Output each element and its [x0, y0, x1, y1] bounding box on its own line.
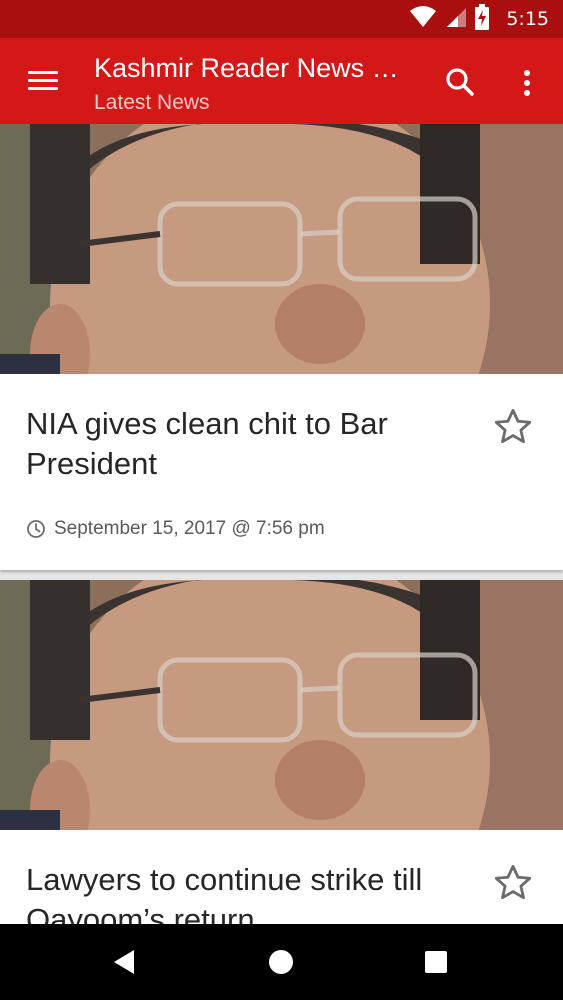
menu-icon-bar [28, 87, 58, 90]
more-vert-icon [524, 90, 530, 96]
app-title: Kashmir Reader News & Magazine [94, 53, 414, 83]
menu-icon-bar [28, 79, 58, 82]
app-bar: Kashmir Reader News & Magazine Latest Ne… [0, 38, 563, 124]
back-button[interactable] [104, 942, 144, 982]
article-title[interactable]: Lawyers to continue strike till Qayoom’s… [26, 860, 466, 924]
more-options-button[interactable] [510, 62, 544, 102]
back-icon [114, 950, 134, 974]
article-image [0, 580, 563, 830]
more-vert-icon [524, 80, 530, 86]
clock-icon [27, 520, 45, 538]
more-vert-icon [524, 70, 530, 76]
star-outline-icon [494, 864, 532, 900]
home-icon [269, 950, 293, 974]
home-button[interactable] [261, 942, 301, 982]
status-icons: 5:15 [410, 3, 549, 35]
search-button[interactable] [440, 62, 480, 102]
article-meta: September 15, 2017 @ 7:56 pm [26, 518, 325, 540]
article-card[interactable]: Lawyers to continue strike till Qayoom’s… [0, 580, 563, 924]
status-time: 5:15 [506, 8, 549, 30]
cellular-signal-icon [444, 6, 467, 33]
menu-button[interactable] [20, 64, 66, 98]
status-bar: 5:15 [0, 0, 563, 38]
search-icon [446, 68, 474, 96]
news-feed[interactable]: NIA gives clean chit to Bar President Se… [0, 124, 563, 924]
recents-icon [425, 951, 447, 973]
article-image [0, 124, 563, 374]
app-subtitle: Latest News [94, 91, 210, 114]
battery-charging-icon [474, 3, 490, 35]
article-date: September 15, 2017 @ 7:56 pm [54, 518, 325, 539]
article-title[interactable]: NIA gives clean chit to Bar President [26, 404, 466, 484]
bookmark-button[interactable] [492, 406, 534, 448]
bookmark-button[interactable] [492, 862, 534, 904]
wifi-icon [410, 5, 437, 33]
menu-icon-bar [28, 71, 58, 74]
recents-button[interactable] [416, 942, 456, 982]
article-card[interactable]: NIA gives clean chit to Bar President Se… [0, 124, 563, 570]
system-nav-bar [0, 924, 563, 1000]
star-outline-icon [494, 408, 532, 444]
